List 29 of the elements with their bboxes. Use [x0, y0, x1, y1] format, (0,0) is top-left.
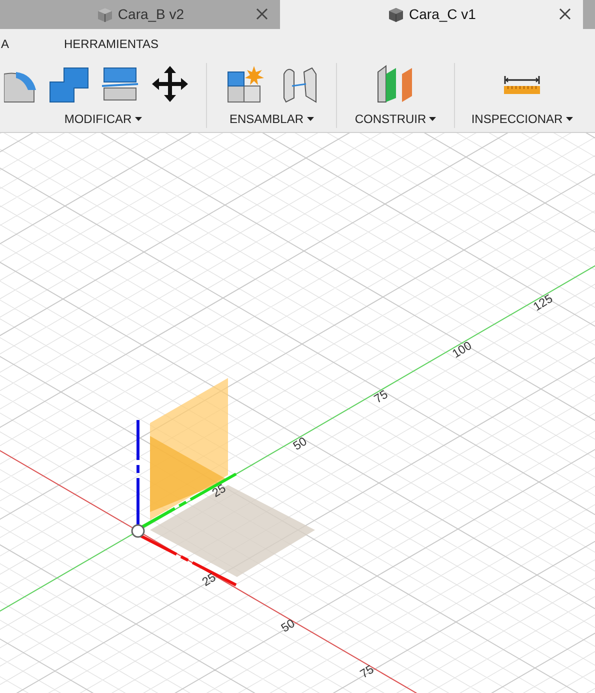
move-icon[interactable] — [150, 64, 190, 104]
axis-tick-label: 25 — [200, 570, 218, 590]
caret-icon — [134, 116, 142, 122]
axis-tick-label: 75 — [358, 662, 376, 682]
cube-icon — [96, 6, 114, 24]
origin-point[interactable] — [131, 524, 145, 538]
tab-title: Cara_C v1 — [409, 5, 476, 24]
toolbar-group-dropdown[interactable]: ENSAMBLAR — [229, 110, 314, 128]
toolbar-group-dropdown[interactable]: MODIFICAR — [64, 110, 142, 128]
tab-title: Cara_B v2 — [118, 5, 184, 24]
axis-tick-label: 50 — [290, 434, 310, 454]
caret-icon — [306, 116, 314, 122]
caret-icon — [566, 116, 573, 122]
joint-icon[interactable] — [226, 64, 266, 104]
close-icon[interactable] — [256, 8, 268, 20]
axis-tick-label: 75 — [372, 387, 390, 406]
axis-tick-label: 25 — [210, 481, 228, 500]
close-icon[interactable] — [559, 8, 571, 20]
cube-icon — [387, 6, 406, 24]
toolbar-group-dropdown[interactable]: CONSTRUIR — [354, 110, 436, 128]
menu-tab[interactable]: HERRAMIENTAS — [64, 35, 158, 53]
viewport-canvas[interactable]: 25 50 75 100 125 25 50 75 — [0, 133, 595, 693]
caret-icon — [429, 116, 436, 122]
axis-tick-label: 100 — [450, 338, 474, 361]
axis-tick-label: 125 — [530, 291, 556, 314]
axis-tick-label: 50 — [278, 616, 298, 636]
menu-tab[interactable]: A — [1, 35, 64, 53]
document-tab[interactable]: Cara_C v1 — [280, 0, 583, 29]
toolbar-group-dropdown[interactable]: INSPECCIONAR — [471, 110, 573, 128]
